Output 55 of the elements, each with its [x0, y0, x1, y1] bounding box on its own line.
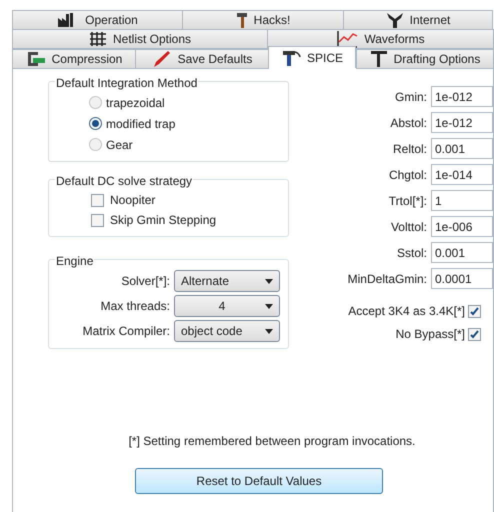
hammer-icon	[236, 11, 248, 29]
caret-icon	[265, 304, 273, 308]
field-label: Sstol:	[396, 244, 427, 262]
field-label: Gmin:	[394, 88, 427, 106]
dropdown[interactable]: Alternate	[174, 270, 280, 292]
tab[interactable]: Netlist Options	[12, 29, 268, 49]
antenna-icon	[386, 11, 404, 29]
checkbox-label[interactable]: Skip Gmin Stepping	[110, 211, 216, 229]
field-label: Abstol:	[390, 114, 427, 132]
input-field[interactable]: 0.001	[431, 242, 493, 263]
tab[interactable]: Compression	[12, 49, 136, 69]
checkbox[interactable]	[91, 194, 104, 206]
radio-label[interactable]: trapezoidal	[106, 94, 165, 112]
radio-label[interactable]: Gear	[106, 136, 133, 154]
tab[interactable]: Drafting Options	[356, 49, 494, 69]
radio-button[interactable]	[89, 117, 102, 130]
dropdown[interactable]: 4	[174, 295, 280, 317]
radio-label[interactable]: modified trap	[106, 114, 176, 132]
dropdown-label: Solver[*]:	[121, 273, 170, 290]
checkbox[interactable]	[468, 304, 481, 318]
reset-button[interactable]: Reset to Default Values	[135, 468, 383, 494]
input-field[interactable]: 0.001	[431, 138, 493, 159]
tab[interactable]: Save Defaults	[135, 49, 269, 69]
field-label: Trtol[*]:	[388, 192, 427, 210]
tab[interactable]: Hacks!	[182, 10, 344, 30]
caret-icon	[265, 328, 273, 334]
dropdown[interactable]: object code	[174, 320, 280, 342]
footnote-text: [*] Setting remembered between program invocations.	[128, 433, 416, 450]
input-field[interactable]: 1e-012	[431, 112, 493, 133]
hammer-icon	[280, 48, 301, 66]
field-label: Chgtol:	[388, 166, 427, 184]
field-label: Reltol:	[392, 140, 427, 158]
checkbox[interactable]	[468, 328, 481, 340]
input-field[interactable]: 1e-012	[431, 86, 493, 107]
field-label: MinDeltaGmin:	[348, 270, 427, 288]
tab[interactable]: Operation	[12, 10, 183, 30]
radio-button[interactable]	[89, 96, 102, 109]
input-field[interactable]: 1e-006	[431, 216, 493, 237]
checkbox-label[interactable]: No Bypass[*]	[396, 325, 465, 343]
radio-button[interactable]	[89, 138, 102, 151]
checkbox-label[interactable]: Noopiter	[110, 191, 156, 209]
dropdown-label: Max threads:	[100, 298, 170, 315]
field-label: Volttol:	[390, 218, 427, 236]
input-field[interactable]: 0.0001	[431, 268, 493, 289]
dropdown-label: Matrix Compiler:	[82, 323, 170, 340]
tab[interactable]: Waveforms	[267, 29, 494, 49]
tab[interactable]: SPICE	[268, 46, 356, 68]
checkbox[interactable]	[91, 214, 104, 226]
input-field[interactable]: 1	[431, 190, 493, 211]
tab[interactable]: Internet	[343, 10, 493, 30]
grid-icon	[88, 31, 107, 47]
caret-icon	[265, 278, 273, 284]
input-field[interactable]: 1e-014	[431, 164, 493, 185]
clamp-icon	[26, 50, 46, 68]
checkbox-label[interactable]: Accept 3K4 as 3.4K[*]	[348, 302, 465, 320]
